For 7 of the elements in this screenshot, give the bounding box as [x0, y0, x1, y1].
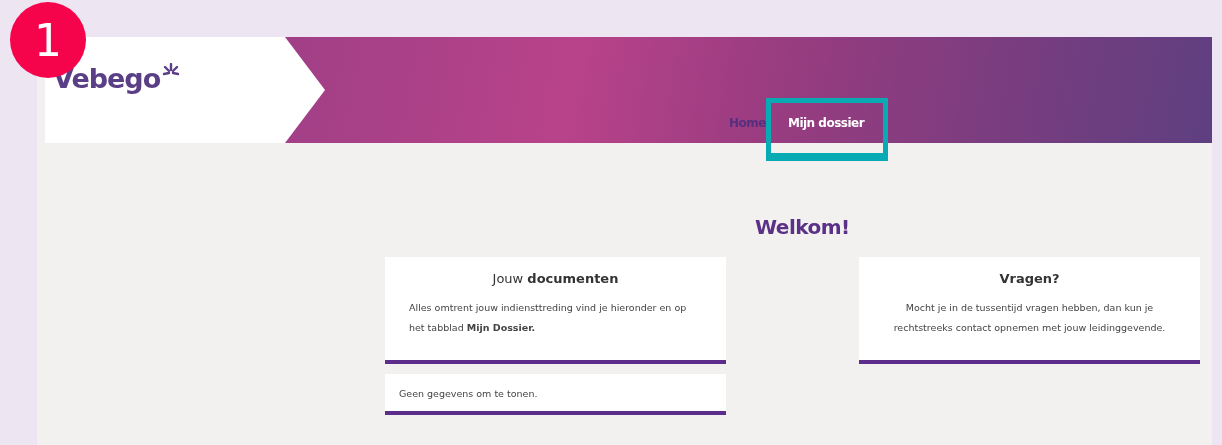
card-title: Jouw documenten — [490, 271, 620, 286]
welcome-heading: Welkom! — [754, 215, 851, 239]
empty-message: Geen gegevens om te tonen. — [385, 374, 726, 415]
card-title: Vragen? — [998, 271, 1061, 286]
nav-link[interactable]: Mijn dossier — [785, 116, 877, 130]
card-text: Mocht je in de tussentijd vragen hebben, dan kun je rechtstreeks contact opnemen met jouw leidinggevende. — [892, 301, 1167, 335]
card-text: Alles omtrent jouw indiensttreding vind je hieronder en op het tabblad Mijn Dossier. — [409, 301, 688, 335]
